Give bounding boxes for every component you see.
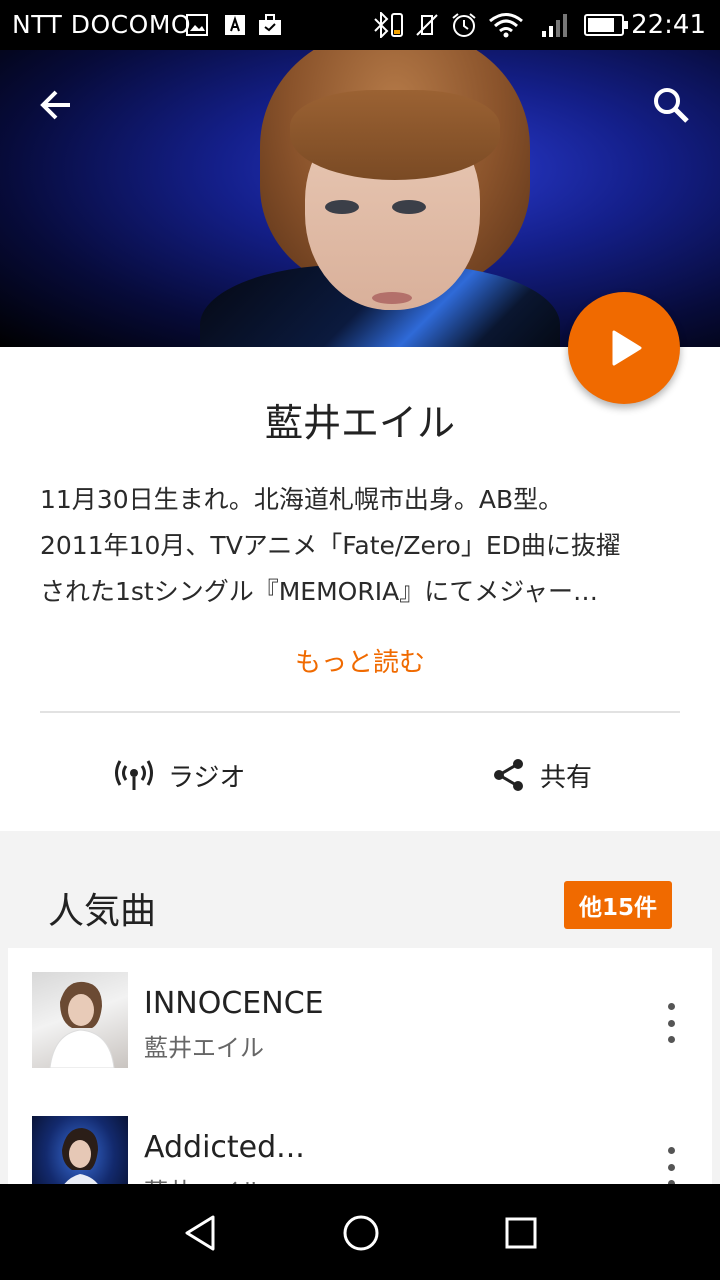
square-recents-icon [505, 1217, 537, 1249]
arrow-left-icon [40, 90, 70, 120]
share-button[interactable]: 共有 [492, 752, 592, 798]
radio-label: ラジオ [168, 762, 246, 793]
song-list: INNOCENCE 藍井エイル Addicted... 藍井エイル [8, 948, 712, 1184]
search-button[interactable] [646, 80, 696, 130]
battery-icon [584, 12, 630, 38]
hero-fringe [290, 90, 500, 180]
song-thumbnail [32, 1116, 128, 1184]
hero-lips [372, 292, 412, 304]
vibrate-off-icon [414, 12, 440, 38]
font-icon [224, 12, 246, 38]
popular-songs-title: 人気曲 [48, 891, 157, 932]
artist-info-card: 藍井エイル 11月30日生まれ。北海道札幌市出身。AB型。 2011年10月、T… [0, 347, 720, 831]
song-thumbnail [32, 972, 128, 1068]
share-icon [494, 759, 523, 791]
play-button[interactable] [568, 292, 680, 404]
play-icon [612, 330, 642, 366]
image-icon [186, 12, 208, 38]
more-songs-button[interactable]: 他15件 [564, 881, 672, 929]
song-artist: 藍井エイル [144, 1034, 264, 1062]
song-title: INNOCENCE [144, 986, 324, 1021]
radio-broadcast-icon [115, 760, 153, 790]
carrier-name: NTT DOCOMO [12, 10, 192, 39]
song-row[interactable]: Addicted... 藍井エイル [8, 1092, 712, 1184]
nav-home-button[interactable] [336, 1208, 386, 1258]
nav-recents-button[interactable] [496, 1208, 546, 1258]
clock: 22:41 [631, 10, 706, 40]
divider [40, 711, 680, 713]
song-title: Addicted... [144, 1130, 305, 1165]
bluetooth-icon [372, 12, 406, 38]
radio-button[interactable]: ラジオ [114, 752, 245, 798]
hero-eye-left [325, 200, 359, 214]
triangle-back-icon [185, 1215, 215, 1251]
status-bar: NTT DOCOMO 22:41 [0, 0, 720, 50]
briefcase-icon [258, 12, 282, 38]
signal-icon [540, 12, 572, 38]
bio-line: 11月30日生まれ。北海道札幌市出身。AB型。 [40, 485, 564, 514]
hero-eye-right [392, 200, 426, 214]
share-label: 共有 [540, 762, 593, 793]
bio-line: された1stシングル『MEMORIA』にてメジャー… [40, 577, 598, 606]
more-options-icon[interactable] [656, 1003, 686, 1043]
song-artist: 藍井エイル [144, 1172, 264, 1184]
alarm-icon [450, 12, 478, 38]
circle-home-icon [343, 1215, 379, 1251]
search-icon [654, 88, 689, 123]
nav-back-button[interactable] [176, 1208, 226, 1258]
bio-line: 2011年10月、TVアニメ「Fate/Zero」ED曲に抜擢 [40, 531, 621, 560]
song-row[interactable]: INNOCENCE 藍井エイル [8, 948, 712, 1088]
read-more-link[interactable]: もっと読む [0, 642, 720, 679]
more-options-icon[interactable] [656, 1147, 686, 1184]
back-button[interactable] [31, 80, 81, 130]
wifi-icon [488, 12, 524, 38]
artist-bio: 11月30日生まれ。北海道札幌市出身。AB型。 2011年10月、TVアニメ「F… [40, 477, 680, 615]
system-navigation-bar [0, 1184, 720, 1280]
